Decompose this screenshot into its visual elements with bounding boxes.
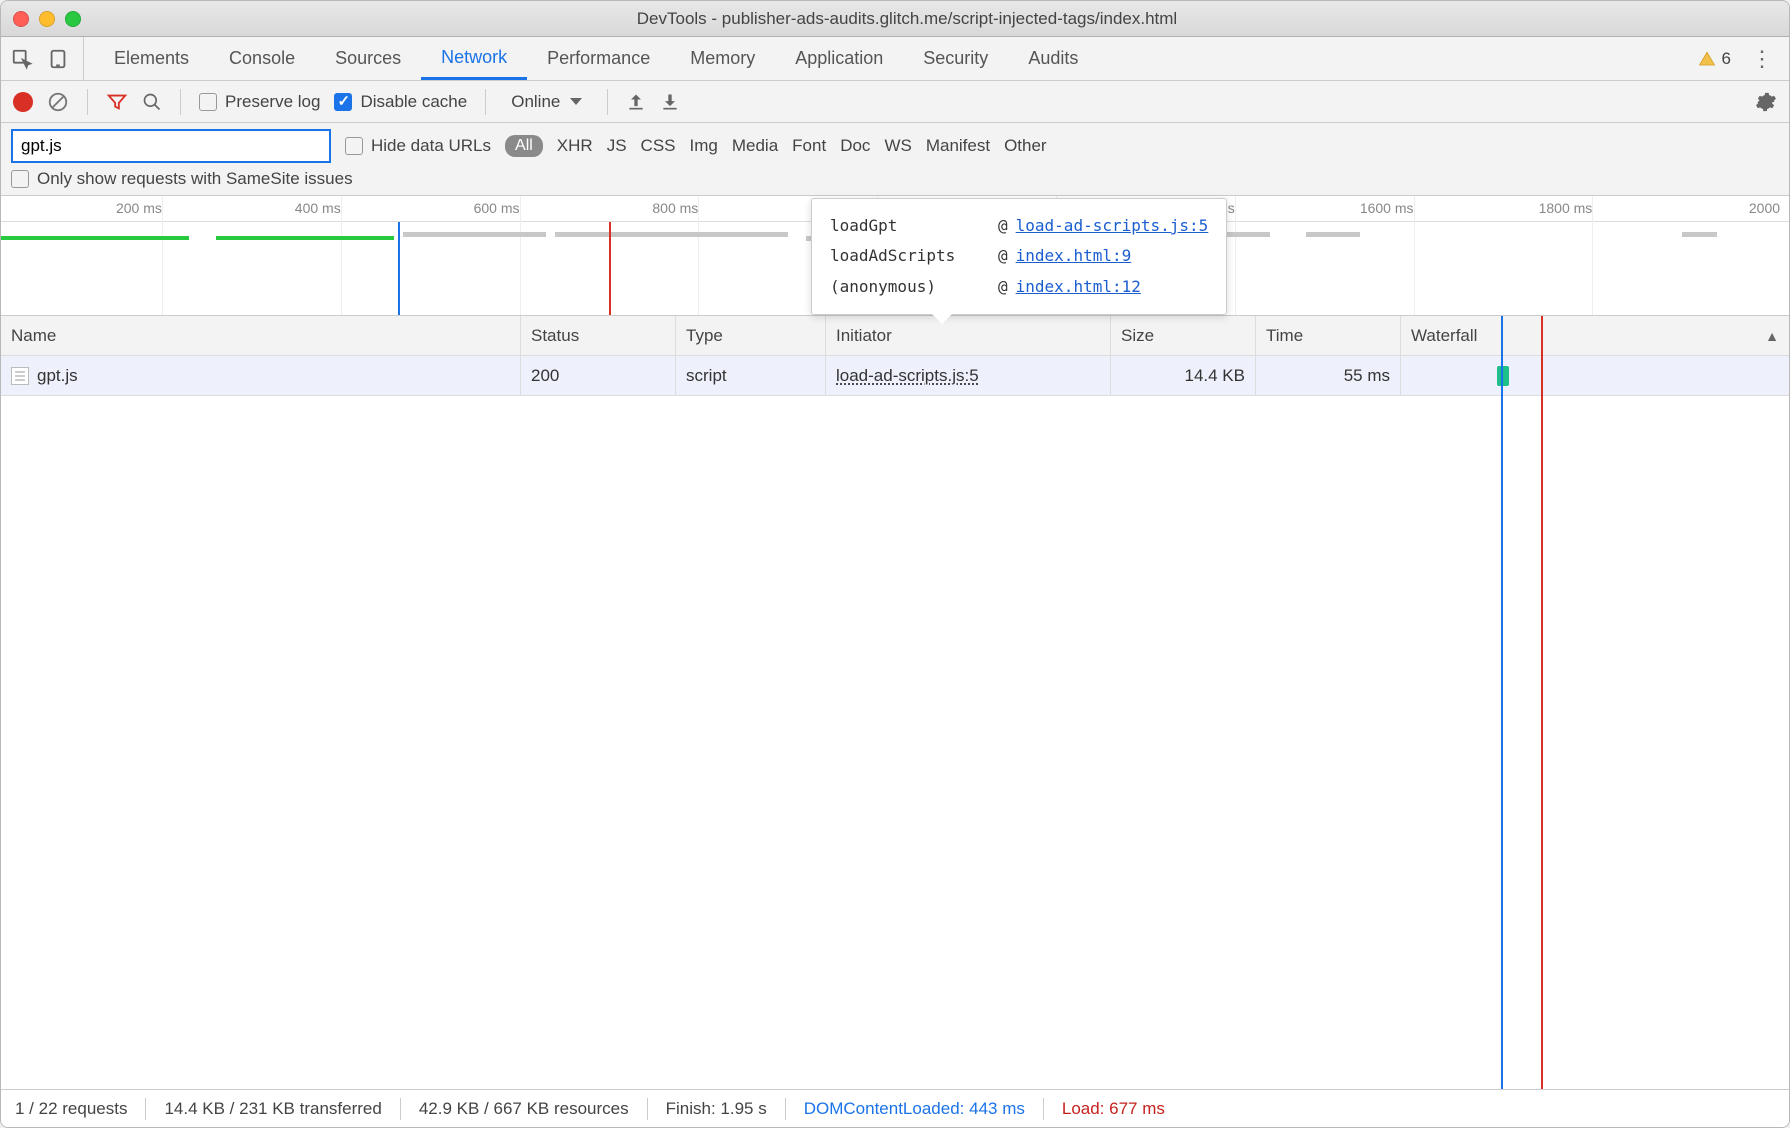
tab-performance[interactable]: Performance <box>527 37 670 80</box>
status-finish: Finish: 1.95 s <box>666 1099 767 1119</box>
tab-application[interactable]: Application <box>775 37 903 80</box>
checkbox-unchecked-icon <box>11 170 29 188</box>
download-har-icon[interactable] <box>660 92 680 112</box>
toolbar-separator <box>87 89 88 115</box>
network-filter-bar: Hide data URLs All XHR JS CSS Img Media … <box>1 123 1789 196</box>
search-icon[interactable] <box>142 92 162 112</box>
waterfall-bar <box>1497 366 1509 386</box>
tab-audits[interactable]: Audits <box>1008 37 1098 80</box>
window-controls <box>13 11 81 27</box>
filter-input[interactable] <box>11 129 331 163</box>
filter-type-ws[interactable]: WS <box>884 136 911 156</box>
cell-waterfall <box>1401 356 1789 395</box>
initiator-callstack-popup: loadGpt @ load-ad-scripts.js:5 loadAdScr… <box>811 198 1227 315</box>
record-button[interactable] <box>13 92 33 112</box>
toolbar-separator <box>180 89 181 115</box>
checkbox-checked-icon <box>334 93 352 111</box>
file-icon <box>11 367 29 385</box>
checkbox-unchecked-icon <box>345 137 363 155</box>
status-transferred: 14.4 KB / 231 KB transferred <box>164 1099 381 1119</box>
filter-type-media[interactable]: Media <box>732 136 778 156</box>
samesite-checkbox[interactable]: Only show requests with SameSite issues <box>11 169 1779 189</box>
more-menu-icon[interactable]: ⋮ <box>1745 46 1779 72</box>
col-initiator[interactable]: Initiator <box>826 316 1111 355</box>
tab-console[interactable]: Console <box>209 37 315 80</box>
stack-link[interactable]: load-ad-scripts.js:5 <box>1016 211 1209 241</box>
upload-har-icon[interactable] <box>626 92 646 112</box>
filter-type-font[interactable]: Font <box>792 136 826 156</box>
zoom-window-button[interactable] <box>65 11 81 27</box>
col-name[interactable]: Name <box>1 316 521 355</box>
preserve-log-checkbox[interactable]: Preserve log <box>199 92 320 112</box>
status-resources: 42.9 KB / 667 KB resources <box>419 1099 629 1119</box>
cell-initiator[interactable]: load-ad-scripts.js:5 <box>826 356 1111 395</box>
filter-type-doc[interactable]: Doc <box>840 136 870 156</box>
stack-link[interactable]: index.html:12 <box>1016 272 1141 302</box>
stack-frame: loadAdScripts @ index.html:9 <box>830 241 1208 271</box>
table-header: Name Status Type Initiator Size Time Wat… <box>1 316 1789 356</box>
devtools-window: DevTools - publisher-ads-audits.glitch.m… <box>0 0 1790 1128</box>
col-type[interactable]: Type <box>676 316 826 355</box>
filter-type-manifest[interactable]: Manifest <box>926 136 990 156</box>
sort-asc-icon: ▲ <box>1765 328 1779 344</box>
status-requests: 1 / 22 requests <box>15 1099 127 1119</box>
hide-data-urls-checkbox[interactable]: Hide data URLs <box>345 136 491 156</box>
network-table: Name Status Type Initiator Size Time Wat… <box>1 316 1789 1089</box>
settings-gear-icon[interactable] <box>1755 91 1777 113</box>
tab-elements[interactable]: Elements <box>94 37 209 80</box>
window-title: DevTools - publisher-ads-audits.glitch.m… <box>97 9 1777 29</box>
waterfall-markers <box>1 356 1789 1089</box>
col-time[interactable]: Time <box>1256 316 1401 355</box>
network-toolbar: Preserve log Disable cache Online <box>1 81 1789 123</box>
filter-type-other[interactable]: Other <box>1004 136 1047 156</box>
minimize-window-button[interactable] <box>39 11 55 27</box>
toolbar-separator <box>485 89 486 115</box>
device-toolbar-icon[interactable] <box>47 48 69 70</box>
cell-status: 200 <box>521 356 676 395</box>
status-load: Load: 677 ms <box>1062 1099 1165 1119</box>
col-size[interactable]: Size <box>1111 316 1256 355</box>
filter-type-css[interactable]: CSS <box>641 136 676 156</box>
stack-link[interactable]: index.html:9 <box>1016 241 1132 271</box>
titlebar: DevTools - publisher-ads-audits.glitch.m… <box>1 1 1789 37</box>
chevron-down-icon <box>570 98 582 105</box>
filter-type-js[interactable]: JS <box>607 136 627 156</box>
panel-tabs: Elements Console Sources Network Perform… <box>94 37 1098 80</box>
disable-cache-checkbox[interactable]: Disable cache <box>334 92 467 112</box>
stack-frame: loadGpt @ load-ad-scripts.js:5 <box>830 211 1208 241</box>
warning-icon <box>1698 50 1716 68</box>
status-dcl: DOMContentLoaded: 443 ms <box>804 1099 1025 1119</box>
tab-security[interactable]: Security <box>903 37 1008 80</box>
close-window-button[interactable] <box>13 11 29 27</box>
clear-button[interactable] <box>47 91 69 113</box>
cell-time: 55 ms <box>1256 356 1401 395</box>
warnings-count: 6 <box>1722 49 1731 69</box>
col-status[interactable]: Status <box>521 316 676 355</box>
status-bar: 1 / 22 requests 14.4 KB / 231 KB transfe… <box>1 1089 1789 1127</box>
cell-name: gpt.js <box>1 356 521 395</box>
table-row[interactable]: gpt.js 200 script load-ad-scripts.js:5 1… <box>1 356 1789 396</box>
stack-frame: (anonymous) @ index.html:12 <box>830 272 1208 302</box>
tab-network[interactable]: Network <box>421 37 527 80</box>
main-tabs-bar: Elements Console Sources Network Perform… <box>1 37 1789 81</box>
inspect-element-icon[interactable] <box>11 48 33 70</box>
tab-sources[interactable]: Sources <box>315 37 421 80</box>
cell-size: 14.4 KB <box>1111 356 1256 395</box>
throttling-select[interactable]: Online <box>504 89 589 115</box>
filter-type-xhr[interactable]: XHR <box>557 136 593 156</box>
cell-type: script <box>676 356 826 395</box>
tab-memory[interactable]: Memory <box>670 37 775 80</box>
filter-type-img[interactable]: Img <box>690 136 718 156</box>
warnings-badge[interactable]: 6 <box>1698 49 1731 69</box>
filter-toggle-icon[interactable] <box>106 91 128 113</box>
toolbar-separator <box>607 89 608 115</box>
col-waterfall[interactable]: Waterfall▲ <box>1401 316 1789 355</box>
checkbox-unchecked-icon <box>199 93 217 111</box>
filter-type-all[interactable]: All <box>505 135 543 157</box>
